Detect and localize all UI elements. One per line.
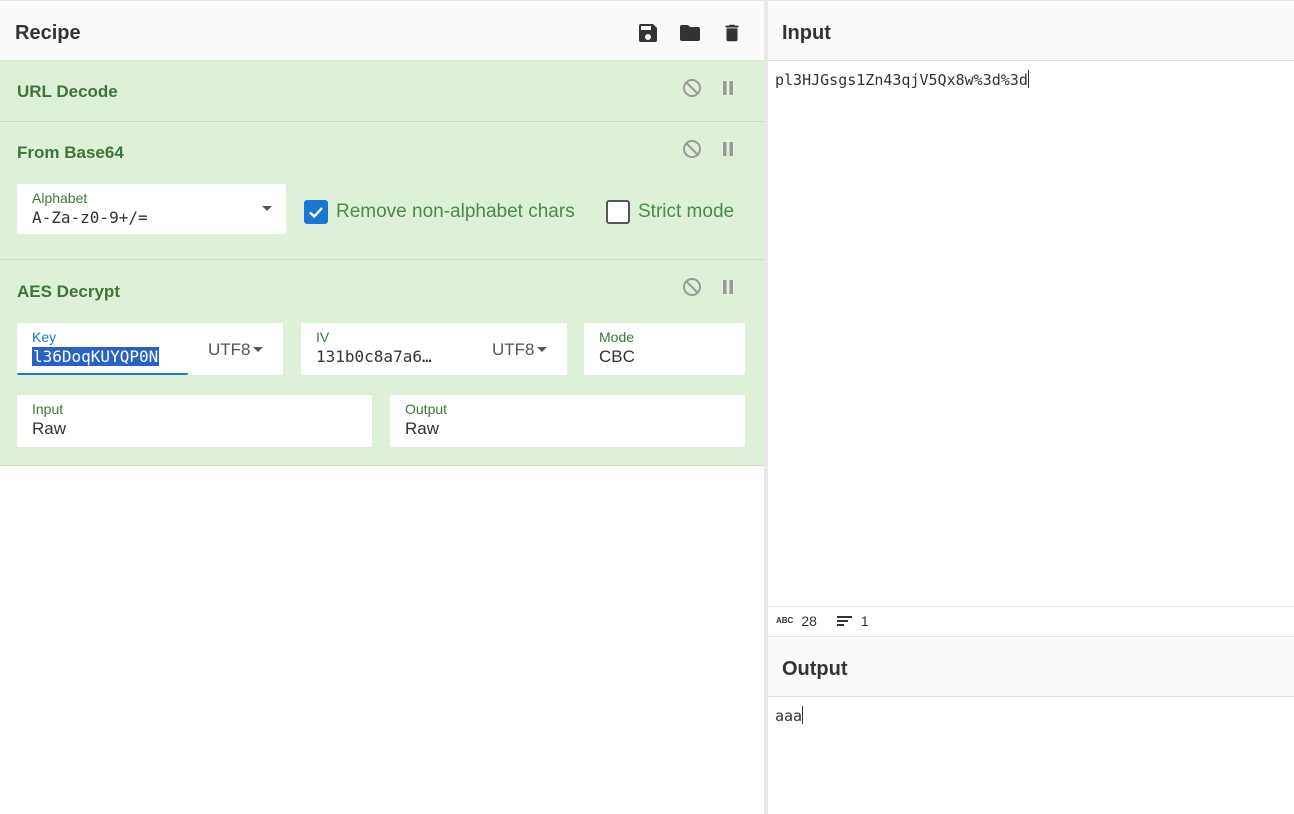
input-format-select[interactable]: Input Raw (17, 395, 372, 447)
disable-icon[interactable] (682, 78, 702, 98)
recipe-header: Recipe (0, 0, 764, 61)
remove-nonalpha-label: Remove non-alphabet chars (336, 201, 575, 222)
input-textarea[interactable]: pl3HJGsgs1Zn43qjV5Qx8w%3d%3d (768, 61, 1294, 606)
key-encoding-label: UTF8 (208, 340, 251, 359)
iv-encoding-label: UTF8 (492, 340, 535, 359)
input-text-line: pl3HJGsgs1Zn43qjV5Qx8w%3d%3d (775, 70, 1029, 89)
recipe-header-icons (634, 19, 746, 47)
output-textarea[interactable]: aaa (768, 697, 1294, 814)
iv-value: 131b0c8a7a6… (316, 347, 432, 366)
input-title: Input (782, 22, 831, 44)
output-text-line: aaa (775, 706, 804, 725)
folder-icon[interactable] (676, 19, 704, 47)
input-text: pl3HJGsgs1Zn43qjV5Qx8w%3d%3d (775, 71, 1028, 89)
operation-controls (682, 139, 738, 159)
key-field[interactable]: Key l36DoqKUYQP0N (17, 323, 188, 375)
input-format-value: Raw (32, 419, 67, 438)
operation-title: AES Decrypt (17, 282, 120, 301)
abc-icon: ABC (776, 616, 794, 625)
char-count: 28 (801, 612, 817, 629)
output-format-value: Raw (405, 419, 440, 438)
line-count-stat: 1 (836, 612, 869, 629)
output-title: Output (782, 658, 848, 680)
alphabet-select[interactable]: Alphabet A-Za-z0-9+/= (17, 184, 286, 234)
mode-value: CBC (599, 347, 635, 366)
mode-label: Mode (599, 329, 635, 345)
key-label: Key (32, 329, 57, 345)
checkbox-checked-icon[interactable] (304, 200, 328, 224)
output-format-select[interactable]: Output Raw (390, 395, 745, 447)
operation-url-decode[interactable]: URL Decode (0, 61, 764, 122)
line-count: 1 (860, 612, 869, 629)
input-statusbar: ABC 28 1 (768, 606, 1294, 634)
iv-label: IV (316, 329, 330, 345)
operation-controls (682, 277, 738, 297)
remove-nonalpha-checkbox[interactable]: Remove non-alphabet chars (304, 200, 575, 224)
alphabet-value: A-Za-z0-9+/= (32, 208, 148, 227)
iv-encoding-dropdown[interactable]: UTF8 (472, 323, 567, 375)
operation-from-base64[interactable]: From Base64 Alphabet A-Za-z0-9+/= Remove… (0, 122, 764, 260)
disable-icon[interactable] (682, 277, 702, 297)
trash-icon[interactable] (718, 19, 746, 47)
strict-mode-checkbox[interactable]: Strict mode (606, 200, 734, 224)
chevron-down-icon (262, 206, 272, 211)
output-text: aaa (775, 707, 803, 725)
pause-icon[interactable] (718, 277, 738, 297)
operation-title: URL Decode (17, 82, 118, 101)
alphabet-label: Alphabet (32, 190, 88, 206)
char-count-stat: ABC 28 (776, 613, 817, 629)
key-value: l36DoqKUYQP0N (32, 347, 160, 366)
recipe-title: Recipe (15, 22, 81, 44)
strict-mode-label: Strict mode (638, 201, 735, 222)
chevron-down-icon (537, 347, 547, 352)
key-selected-text: l36DoqKUYQP0N (32, 347, 160, 366)
iv-field[interactable]: IV 131b0c8a7a6… (301, 323, 472, 375)
output-header: Output (768, 636, 1294, 697)
text-cursor (802, 706, 804, 724)
output-pane: Output aaa (768, 636, 1294, 814)
checkbox-unchecked-icon[interactable] (606, 200, 630, 224)
cyberchef-app: Recipe URL Decode From Base64 Alphabet A… (0, 0, 1294, 814)
input-pane: Input pl3HJGsgs1Zn43qjV5Qx8w%3d%3d ABC 2… (768, 0, 1294, 636)
output-format-label: Output (405, 401, 448, 417)
key-encoding-dropdown[interactable]: UTF8 (188, 323, 283, 375)
text-cursor (1027, 70, 1029, 88)
mode-select[interactable]: Mode CBC (584, 323, 745, 375)
input-header: Input (768, 0, 1294, 61)
operation-title: From Base64 (17, 143, 124, 162)
save-icon[interactable] (634, 19, 662, 47)
disable-icon[interactable] (682, 139, 702, 159)
operation-aes-decrypt[interactable]: AES Decrypt Key l36DoqKUYQP0N UTF8 IV 13… (0, 260, 764, 466)
pause-icon[interactable] (718, 78, 738, 98)
recipe-pane: Recipe URL Decode From Base64 Alphabet A… (0, 0, 764, 814)
operation-controls (682, 78, 738, 98)
chevron-down-icon (253, 347, 263, 352)
lines-icon (836, 615, 852, 626)
input-format-label: Input (32, 401, 64, 417)
pause-icon[interactable] (718, 139, 738, 159)
